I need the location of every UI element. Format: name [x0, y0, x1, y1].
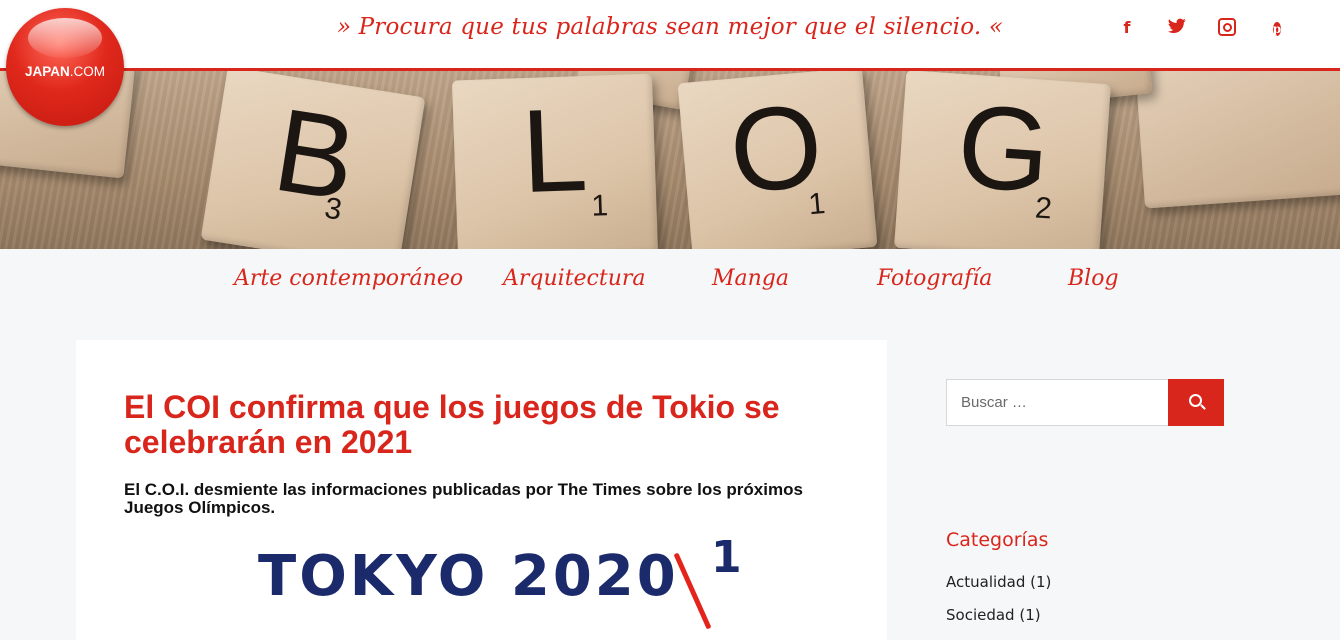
article-card: El COI confirma que los juegos de Tokio …	[76, 340, 887, 640]
article-title[interactable]: El COI confirma que los juegos de Tokio …	[124, 390, 824, 460]
article-image-tokyo-2021[interactable]: TOKYO 2020 1	[258, 532, 758, 634]
facebook-link[interactable]: f	[1102, 18, 1152, 40]
logo-shine	[28, 18, 102, 58]
nav-item-arquitectura[interactable]: Arquitectura	[503, 266, 646, 291]
category-link-sociedad[interactable]: Sociedad (1)	[946, 606, 1041, 624]
search-input[interactable]	[946, 379, 1168, 426]
tokyo-logo-text: TOKYO 2020	[258, 544, 679, 609]
search-form	[946, 379, 1224, 426]
facebook-icon: f	[1123, 18, 1131, 37]
strike-slash	[673, 552, 712, 630]
top-bar: » Procura que tus palabras sean mejor qu…	[0, 0, 1340, 71]
letter-tile-o: O 1	[677, 71, 878, 249]
main-nav: Arte contemporáneo Arquitectura Manga Fo…	[0, 262, 1340, 306]
nav-item-blog[interactable]: Blog	[1068, 266, 1119, 291]
overlay-digit: 1	[711, 532, 745, 583]
category-link-actualidad[interactable]: Actualidad (1)	[946, 573, 1051, 591]
search-button[interactable]	[1168, 379, 1224, 426]
categories-list: Actualidad (1) Sociedad (1)	[946, 573, 1051, 639]
pinterest-link[interactable]: p	[1252, 18, 1302, 40]
nav-item-arte[interactable]: Arte contemporáneo	[234, 266, 463, 291]
category-item: Actualidad (1)	[946, 573, 1051, 606]
social-links: f p	[1102, 18, 1302, 40]
article-subtitle: El C.O.I. desmiente las informaciones pu…	[124, 480, 803, 517]
instagram-icon	[1218, 18, 1236, 36]
pinterest-icon: p	[1272, 22, 1282, 36]
nav-item-manga[interactable]: Manga	[712, 266, 789, 291]
letter-tile-g: G 2	[894, 71, 1111, 249]
category-item: Sociedad (1)	[946, 606, 1051, 639]
blank-tile	[1135, 71, 1340, 209]
logo-text: JAPAN.COM	[24, 64, 105, 79]
twitter-link[interactable]	[1152, 18, 1202, 40]
letter-tile-b: B 3	[200, 71, 426, 249]
site-logo[interactable]: JAPAN.COM	[6, 8, 124, 126]
instagram-link[interactable]	[1202, 18, 1252, 40]
nav-item-fotografia[interactable]: Fotografía	[877, 266, 992, 291]
letter-tile-l: L 1	[451, 73, 659, 249]
hero-banner: B 3 L 1 O 1 G 2	[0, 71, 1340, 249]
twitter-icon	[1168, 18, 1186, 36]
categories-heading: Categorías	[946, 529, 1049, 551]
